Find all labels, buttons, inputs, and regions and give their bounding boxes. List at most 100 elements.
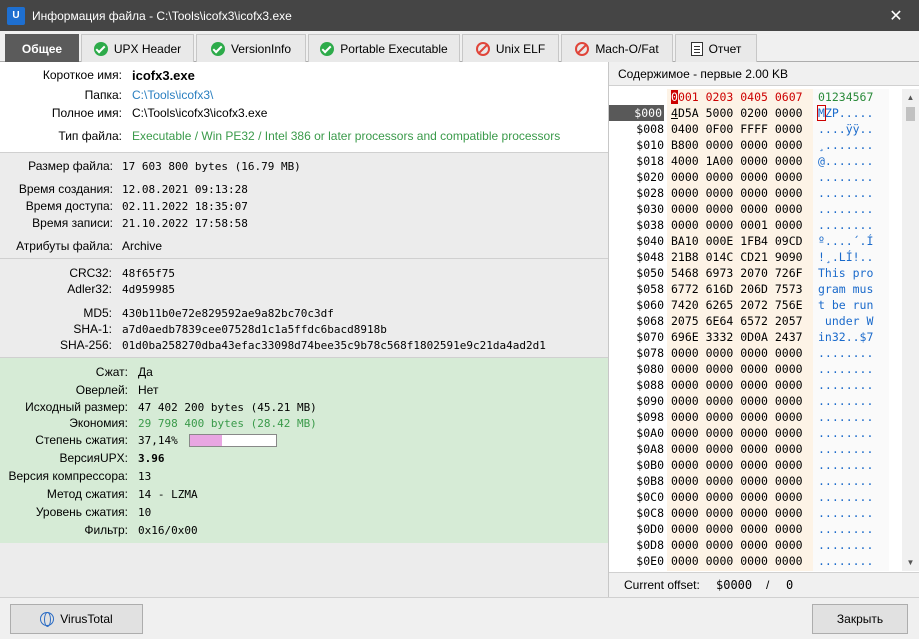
- window-close-button[interactable]: ✕: [873, 0, 919, 31]
- scroll-down-arrow-icon[interactable]: ▼: [902, 554, 919, 571]
- hex-row-ascii[interactable]: ........: [818, 185, 873, 201]
- hex-row-bytes[interactable]: 5468 6973 2070 726F: [671, 265, 803, 281]
- hex-row-bytes[interactable]: BA10 000E 1FB4 09CD: [671, 233, 803, 249]
- hex-row[interactable]: $070 696E 3332 0D0A 2437 in32..$7: [609, 329, 909, 345]
- tab-versioninfo[interactable]: VersionInfo: [196, 34, 306, 62]
- tab-report[interactable]: Отчет: [675, 34, 757, 62]
- hex-row-bytes[interactable]: 0000 0000 0000 0000: [671, 201, 803, 217]
- hex-row-ascii[interactable]: gram mus: [818, 281, 873, 297]
- hex-row-bytes[interactable]: 6772 616D 206D 7573: [671, 281, 803, 297]
- hex-row-bytes[interactable]: 0000 0000 0000 0000: [671, 553, 803, 569]
- hex-row[interactable]: $040 BA10 000E 1FB4 09CD º....´.Í: [609, 233, 909, 249]
- hex-row-ascii[interactable]: ........: [818, 361, 873, 377]
- hex-row-ascii[interactable]: ........: [818, 441, 873, 457]
- hex-row[interactable]: $058 6772 616D 206D 7573 gram mus: [609, 281, 909, 297]
- hex-row[interactable]: $0A0 0000 0000 0000 0000........: [609, 425, 909, 441]
- hex-row[interactable]: $090 0000 0000 0000 0000........: [609, 393, 909, 409]
- hex-row-ascii[interactable]: This pro: [818, 265, 873, 281]
- hex-row-bytes[interactable]: 21B8 014C CD21 9090: [671, 249, 803, 265]
- hex-row[interactable]: $050 5468 6973 2070 726F This pro: [609, 265, 909, 281]
- hex-row-ascii[interactable]: ........: [818, 201, 873, 217]
- tab-general[interactable]: Общее: [5, 34, 79, 62]
- hex-row[interactable]: $0D8 0000 0000 0000 0000........: [609, 537, 909, 553]
- hex-row-ascii[interactable]: ........: [818, 521, 873, 537]
- tab-unix-elf[interactable]: Unix ELF: [462, 34, 559, 62]
- hex-row-ascii[interactable]: under W: [818, 313, 873, 329]
- virustotal-button[interactable]: VirusTotal: [10, 604, 143, 634]
- hex-row-bytes[interactable]: 0000 0000 0000 0000: [671, 505, 803, 521]
- hex-row-ascii[interactable]: ........: [818, 505, 873, 521]
- close-button[interactable]: Закрыть: [812, 604, 908, 634]
- hex-row-bytes[interactable]: 0000 0000 0000 0000: [671, 457, 803, 473]
- hex-row[interactable]: $068 2075 6E64 6572 2057 under W: [609, 313, 909, 329]
- hex-row-ascii[interactable]: ¸.......: [818, 137, 873, 153]
- hex-row-ascii[interactable]: ........: [818, 393, 873, 409]
- hex-row[interactable]: $008 0400 0F00 FFFF 0000 ....ÿÿ..: [609, 121, 909, 137]
- hex-row[interactable]: $0C8 0000 0000 0000 0000........: [609, 505, 909, 521]
- hex-row-bytes[interactable]: 0000 0000 0000 0000: [671, 169, 803, 185]
- hex-scrollbar[interactable]: ▲ ▼: [902, 89, 919, 571]
- hex-row-bytes[interactable]: 0000 0000 0000 0000: [671, 185, 803, 201]
- hex-row-bytes[interactable]: 0000 0000 0000 0000: [671, 393, 803, 409]
- hex-dump[interactable]: $000 4D5A 5000 0200 0000 MZP..... $008 0400 …: [609, 105, 909, 569]
- hex-row-bytes[interactable]: 0000 0000 0000 0000: [671, 345, 803, 361]
- hex-row-ascii[interactable]: in32..$7: [818, 329, 873, 345]
- hex-row[interactable]: $010 B800 0000 0000 0000 ¸.......: [609, 137, 909, 153]
- hex-row-ascii[interactable]: t be run: [818, 297, 873, 313]
- hex-row-ascii[interactable]: !¸.LÍ!..: [818, 249, 873, 265]
- hex-row-ascii[interactable]: ........: [818, 457, 873, 473]
- hex-row[interactable]: $018 4000 1A00 0000 0000 @.......: [609, 153, 909, 169]
- hex-row-bytes[interactable]: 0000 0000 0000 0000: [671, 521, 803, 537]
- hex-row[interactable]: $088 0000 0000 0000 0000........: [609, 377, 909, 393]
- hex-row-bytes[interactable]: 0400 0F00 FFFF 0000: [671, 121, 803, 137]
- hex-row-bytes[interactable]: B800 0000 0000 0000: [671, 137, 803, 153]
- hex-row-ascii[interactable]: ........: [818, 473, 873, 489]
- hex-row[interactable]: $038 0000 0000 0001 0000........: [609, 217, 909, 233]
- hex-row-bytes[interactable]: 7420 6265 2072 756E: [671, 297, 803, 313]
- tab-upx-header[interactable]: UPX Header: [81, 34, 194, 62]
- hex-row[interactable]: $028 0000 0000 0000 0000........: [609, 185, 909, 201]
- hex-row[interactable]: $0B0 0000 0000 0000 0000........: [609, 457, 909, 473]
- hex-row-ascii[interactable]: ........: [818, 217, 873, 233]
- folder-link[interactable]: C:\Tools\icofx3\: [132, 87, 213, 104]
- hex-row[interactable]: $080 0000 0000 0000 0000........: [609, 361, 909, 377]
- scroll-up-arrow-icon[interactable]: ▲: [902, 89, 919, 106]
- hex-row-bytes[interactable]: 0000 0000 0000 0000: [671, 537, 803, 553]
- tab-mach-o-fat[interactable]: Mach-O/Fat: [561, 34, 673, 62]
- hex-row[interactable]: $0D0 0000 0000 0000 0000........: [609, 521, 909, 537]
- hex-row-ascii[interactable]: ........: [818, 553, 873, 569]
- hex-row-bytes[interactable]: 4000 1A00 0000 0000: [671, 153, 803, 169]
- hex-row-ascii[interactable]: ....ÿÿ..: [818, 121, 873, 137]
- hex-row[interactable]: $078 0000 0000 0000 0000........: [609, 345, 909, 361]
- hex-row-ascii[interactable]: ........: [818, 169, 873, 185]
- hex-row-ascii[interactable]: ........: [818, 345, 873, 361]
- hex-row-ascii[interactable]: ........: [818, 425, 873, 441]
- hex-row[interactable]: $0B8 0000 0000 0000 0000........: [609, 473, 909, 489]
- hex-row[interactable]: $0A8 0000 0000 0000 0000........: [609, 441, 909, 457]
- hex-row[interactable]: $020 0000 0000 0000 0000........: [609, 169, 909, 185]
- hex-row-bytes[interactable]: 696E 3332 0D0A 2437: [671, 329, 803, 345]
- hex-row[interactable]: $000 4D5A 5000 0200 0000 MZP.....: [609, 105, 909, 121]
- hex-row-ascii[interactable]: ........: [818, 489, 873, 505]
- hex-row-bytes[interactable]: 0000 0000 0001 0000: [671, 217, 803, 233]
- hex-row-bytes[interactable]: 0000 0000 0000 0000: [671, 361, 803, 377]
- hex-row-ascii[interactable]: ........: [818, 377, 873, 393]
- hex-row[interactable]: $048 21B8 014C CD21 9090 !¸.LÍ!..: [609, 249, 909, 265]
- hex-row-ascii[interactable]: º....´.Í: [818, 233, 873, 249]
- hex-row[interactable]: $0E0 0000 0000 0000 0000........: [609, 553, 909, 569]
- scroll-thumb[interactable]: [906, 107, 915, 121]
- tab-portable-executable[interactable]: Portable Executable: [308, 34, 460, 62]
- hex-row-bytes[interactable]: 0000 0000 0000 0000: [671, 489, 803, 505]
- hex-row-bytes[interactable]: 0000 0000 0000 0000: [671, 473, 803, 489]
- hex-row-bytes[interactable]: 0000 0000 0000 0000: [671, 377, 803, 393]
- hex-row-bytes[interactable]: 4D5A 5000 0200 0000: [671, 105, 803, 121]
- hex-row-bytes[interactable]: 0000 0000 0000 0000: [671, 409, 803, 425]
- hex-row[interactable]: $060 7420 6265 2072 756E t be run: [609, 297, 909, 313]
- hex-row-ascii[interactable]: MZP.....: [817, 105, 873, 121]
- hex-row[interactable]: $030 0000 0000 0000 0000........: [609, 201, 909, 217]
- hex-row-ascii[interactable]: ........: [818, 409, 873, 425]
- hex-row[interactable]: $0C0 0000 0000 0000 0000........: [609, 489, 909, 505]
- hex-row-ascii[interactable]: ........: [818, 537, 873, 553]
- hex-row[interactable]: $098 0000 0000 0000 0000........: [609, 409, 909, 425]
- hex-row-bytes[interactable]: 0000 0000 0000 0000: [671, 425, 803, 441]
